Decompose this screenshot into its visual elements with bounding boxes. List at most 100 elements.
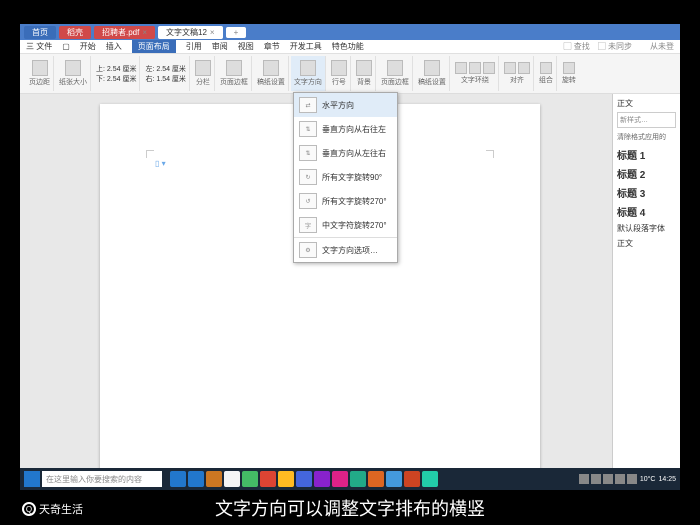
style-h1[interactable]: 标题 1 <box>617 145 676 164</box>
panel-title: 正文 <box>617 98 676 109</box>
taskbar-app-icon[interactable] <box>422 471 438 487</box>
ribbon-pageborder[interactable]: 页面边框 <box>378 56 413 91</box>
dd-cjk-270[interactable]: 字中文字符旋转270° <box>294 213 397 237</box>
linenum-icon <box>331 60 347 76</box>
tray-icon[interactable] <box>579 474 589 484</box>
menu-insert[interactable]: 插入 <box>106 41 122 52</box>
style-h3[interactable]: 标题 3 <box>617 183 676 202</box>
app-window: 首页 稻壳 招聘者.pdf× 文字文稿12× + 三 文件 ▢ 开始 插入 页面… <box>20 24 680 490</box>
start-button[interactable] <box>24 471 40 487</box>
new-style-button[interactable]: 新样式… <box>617 112 676 128</box>
ribbon-linenum[interactable]: 行号 <box>328 56 351 91</box>
menubar-right: ▢ 查找 ▢ 未同步 <box>564 41 632 52</box>
titlebar: 首页 稻壳 招聘者.pdf× 文字文稿12× + <box>20 24 680 40</box>
menu-section[interactable]: 章节 <box>264 41 280 52</box>
temperature[interactable]: 10°C <box>640 476 656 483</box>
group-icon <box>540 62 552 74</box>
user-status[interactable]: 从未登 <box>650 41 674 52</box>
menu-reference[interactable]: 引用 <box>186 41 202 52</box>
taskbar-app-icon[interactable] <box>206 471 222 487</box>
ribbon-columns[interactable]: 分栏 <box>192 56 215 91</box>
paper-icon <box>65 60 81 76</box>
subtitle-caption: 文字方向可以调整文字排布的横竖 <box>0 495 700 521</box>
dd-horizontal[interactable]: ⇄水平方向 <box>294 93 397 117</box>
ribbon-margins[interactable]: 页边距 <box>26 56 54 91</box>
tab-pdf[interactable]: 招聘者.pdf× <box>94 26 155 39</box>
ribbon-text-direction[interactable]: 文字方向 <box>291 56 326 91</box>
menu-file[interactable]: 三 文件 <box>26 41 52 52</box>
menu-pagelayout[interactable]: 页面布局 <box>132 40 176 53</box>
ribbon-margin-values[interactable]: 上: 2.54 厘米下: 2.54 厘米 <box>93 56 140 91</box>
direction-icon: ↺ <box>299 193 317 209</box>
dd-rotate-270[interactable]: ↺所有文字旋转270° <box>294 189 397 213</box>
taskbar-app-icon[interactable] <box>332 471 348 487</box>
tray-icon[interactable] <box>591 474 601 484</box>
text-direction-icon <box>300 60 316 76</box>
rotate-icon <box>563 62 575 74</box>
panel-subhead: 清除格式应用的 <box>617 132 676 142</box>
tray-icon[interactable] <box>615 474 625 484</box>
ribbon-group[interactable]: 组合 <box>536 56 557 91</box>
border-icon <box>226 60 242 76</box>
dd-options[interactable]: ⚙文字方向选项… <box>294 237 397 262</box>
dd-rotate-90[interactable]: ↻所有文字旋转90° <box>294 165 397 189</box>
search-input[interactable]: 在这里输入你要搜索的内容 <box>42 471 162 487</box>
menubar: 三 文件 ▢ 开始 插入 页面布局 引用 审阅 视图 章节 开发工具 特色功能 … <box>20 40 680 54</box>
sync-status[interactable]: ▢ 未同步 <box>598 41 632 52</box>
tab-document[interactable]: 文字文稿12× <box>158 26 223 39</box>
ribbon-background[interactable]: 背景 <box>353 56 376 91</box>
background-icon <box>356 60 372 76</box>
menu-view[interactable]: 视图 <box>238 41 254 52</box>
menu-review[interactable]: 审阅 <box>212 41 228 52</box>
menu-features[interactable]: 特色功能 <box>332 41 364 52</box>
system-tray: 10°C 14:25 <box>579 474 676 484</box>
close-icon[interactable]: × <box>142 28 147 37</box>
wrap-icon <box>455 62 467 74</box>
direction-icon: 字 <box>299 217 317 233</box>
windows-taskbar: 在这里输入你要搜索的内容 10°C 14:25 <box>20 468 680 490</box>
clock[interactable]: 14:25 <box>658 476 676 483</box>
ribbon-papersize[interactable]: 纸张大小 <box>56 56 91 91</box>
ribbon-wrap[interactable]: 文字环绕 <box>452 56 499 91</box>
style-h2[interactable]: 标题 2 <box>617 164 676 183</box>
dd-vertical-rtl[interactable]: ⇅垂直方向从右往左 <box>294 117 397 141</box>
taskbar-app-icon[interactable] <box>404 471 420 487</box>
find-button[interactable]: ▢ 查找 <box>564 41 590 52</box>
close-icon[interactable]: × <box>210 28 215 37</box>
style-body[interactable]: 正文 <box>617 236 676 251</box>
ribbon-align[interactable]: 对齐 <box>501 56 534 91</box>
text-direction-dropdown: ⇄水平方向 ⇅垂直方向从右往左 ⇅垂直方向从左往右 ↻所有文字旋转90° ↺所有… <box>293 92 398 263</box>
taskbar-app-icon[interactable] <box>260 471 276 487</box>
ribbon-rotate[interactable]: 旋转 <box>559 56 579 91</box>
styles-panel: 正文 新样式… 清除格式应用的 标题 1 标题 2 标题 3 标题 4 默认段落… <box>612 94 680 476</box>
ribbon-manuscript2[interactable]: 稿纸设置 <box>415 56 450 91</box>
ribbon-manuscript[interactable]: 稿纸设置 <box>254 56 289 91</box>
menu-devtools[interactable]: 开发工具 <box>290 41 322 52</box>
ribbon-margin-values2[interactable]: 左: 2.54 厘米右: 1.54 厘米 <box>142 56 189 91</box>
taskbar-app-icon[interactable] <box>242 471 258 487</box>
taskbar-app-icon[interactable] <box>170 471 186 487</box>
taskbar-app-icon[interactable] <box>188 471 204 487</box>
taskbar-app-icon[interactable] <box>350 471 366 487</box>
menu-start[interactable]: 开始 <box>80 41 96 52</box>
taskbar-app-icon[interactable] <box>224 471 240 487</box>
style-h4[interactable]: 标题 4 <box>617 202 676 221</box>
new-tab-button[interactable]: + <box>226 27 247 38</box>
taskbar-apps <box>170 471 438 487</box>
direction-icon: ⚙ <box>299 242 317 258</box>
grid-icon <box>263 60 279 76</box>
taskbar-app-icon[interactable] <box>386 471 402 487</box>
ribbon-border[interactable]: 页面边框 <box>217 56 252 91</box>
tray-icon[interactable] <box>627 474 637 484</box>
taskbar-app-icon[interactable] <box>368 471 384 487</box>
tab-daoke[interactable]: 稻壳 <box>59 26 91 39</box>
dd-vertical-ltr[interactable]: ⇅垂直方向从左往右 <box>294 141 397 165</box>
taskbar-app-icon[interactable] <box>314 471 330 487</box>
page-icon <box>32 60 48 76</box>
taskbar-app-icon[interactable] <box>278 471 294 487</box>
menu-qat[interactable]: ▢ <box>62 42 70 51</box>
tab-home[interactable]: 首页 <box>24 26 56 39</box>
tray-icon[interactable] <box>603 474 613 484</box>
taskbar-app-icon[interactable] <box>296 471 312 487</box>
style-default-font[interactable]: 默认段落字体 <box>617 221 676 236</box>
